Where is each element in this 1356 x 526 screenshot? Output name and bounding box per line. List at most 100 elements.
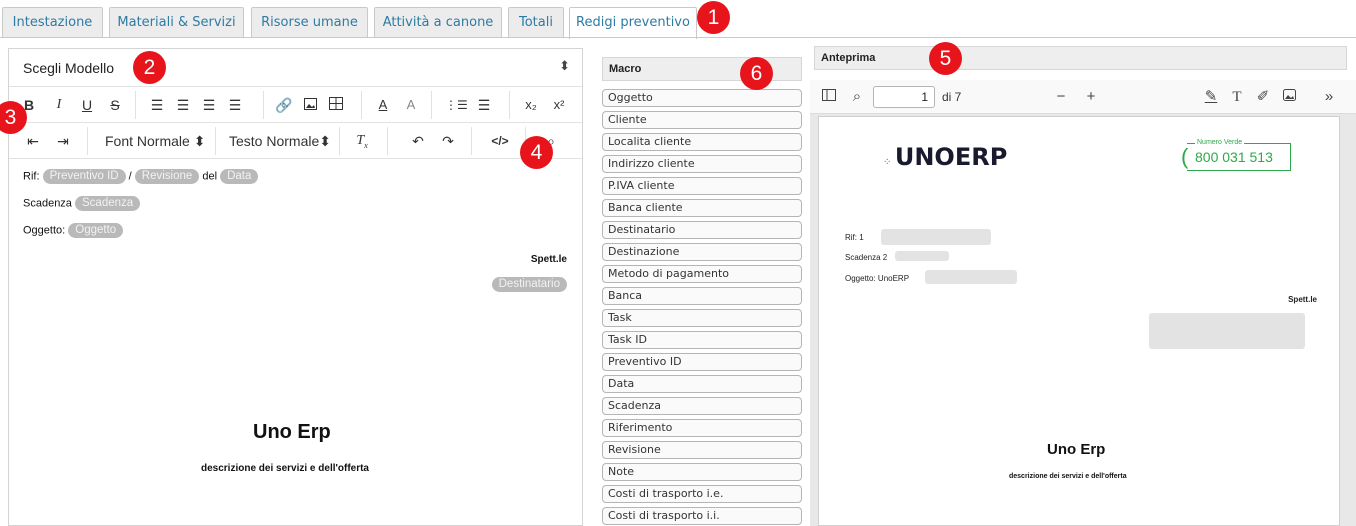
pdf-toolbar: ⌕ 1 di 7 − + ✎ T ✐ » — [810, 80, 1356, 114]
macro-pill-revisione[interactable]: Revisione — [134, 169, 200, 184]
redacted-area — [925, 270, 1017, 284]
align-justify-icon[interactable]: ☰ — [227, 94, 243, 116]
link-icon[interactable]: 🔗 — [275, 94, 293, 116]
macro-pill-data[interactable]: Data — [220, 169, 259, 184]
page-count: di 7 — [942, 90, 962, 104]
pdf-viewer: ⌕ 1 di 7 − + ✎ T ✐ » ⁘ UNOERP ( Numero V… — [810, 80, 1356, 526]
text-tool-icon[interactable]: T — [1228, 87, 1246, 107]
preview-oggetto: Oggetto: UnoERP — [845, 274, 910, 283]
formatting-toolbar-row-2: ⇤ ⇥ Font Normale ⬍ Testo Normale⬍ Tx ↶ ↷… — [9, 123, 582, 159]
redacted-area — [881, 229, 991, 245]
macro-item-preventivo-id[interactable]: Preventivo ID — [602, 353, 802, 371]
subscript-icon[interactable]: x₂ — [521, 94, 541, 116]
macro-pill-preventivo-id[interactable]: Preventivo ID — [42, 169, 126, 184]
macro-item-oggetto[interactable]: Oggetto — [602, 89, 802, 107]
redo-icon[interactable]: ↷ — [439, 130, 457, 152]
phone-icon: ( — [1181, 144, 1189, 169]
macro-item-riferimento[interactable]: Riferimento — [602, 419, 802, 437]
preview-title: Uno Erp — [1047, 441, 1106, 458]
source-code-icon[interactable]: </> — [489, 130, 511, 152]
document-title: Uno Erp — [253, 421, 331, 443]
zoom-in-icon[interactable]: + — [1082, 87, 1100, 107]
macro-item-revisione[interactable]: Revisione — [602, 441, 802, 459]
tab-redigi-preventivo[interactable]: Redigi preventivo — [569, 7, 697, 39]
image-icon[interactable] — [301, 94, 319, 116]
redacted-area — [895, 251, 949, 261]
outdent-icon[interactable]: ⇤ — [25, 130, 41, 152]
table-icon[interactable] — [327, 94, 345, 116]
rif-line: Rif: Preventivo ID / Revisione del Data — [23, 169, 259, 184]
macro-item-task[interactable]: Task — [602, 309, 802, 327]
preview-subtitle: descrizione dei servizi e dell'offerta — [1009, 473, 1127, 480]
align-right-icon[interactable]: ☰ — [201, 94, 217, 116]
tab-intestazione[interactable]: Intestazione — [2, 7, 103, 38]
macro-item-cliente[interactable]: Cliente — [602, 111, 802, 129]
draw-icon[interactable]: ✐ — [1254, 87, 1272, 107]
macro-item-localita-cliente[interactable]: Localita cliente — [602, 133, 802, 151]
tab-totali[interactable]: Totali — [508, 7, 564, 38]
numero-verde-box: ( Numero Verde 800 031 513 — [1181, 139, 1291, 171]
oggetto-line: Oggetto: Oggetto — [23, 223, 124, 238]
background-color-icon[interactable]: A — [403, 94, 419, 116]
toolbar-separator — [509, 91, 510, 119]
align-center-icon[interactable]: ☰ — [175, 94, 191, 116]
toolbar-separator — [135, 91, 136, 119]
macro-item-banca[interactable]: Banca — [602, 287, 802, 305]
underline-icon[interactable]: U — [79, 94, 95, 116]
macro-pill-destinatario[interactable]: Destinatario — [491, 277, 567, 292]
align-left-icon[interactable]: ☰ — [149, 94, 165, 116]
sidebar-toggle-icon[interactable] — [820, 87, 838, 107]
macro-item-scadenza[interactable]: Scadenza — [602, 397, 802, 415]
macro-item-banca-cliente[interactable]: Banca cliente — [602, 199, 802, 217]
image-icon[interactable] — [1280, 87, 1298, 107]
logo-dots-icon: ⁘ — [883, 157, 891, 168]
macro-item-metodo-pagamento[interactable]: Metodo di pagamento — [602, 265, 802, 283]
toolbar-separator — [387, 127, 388, 155]
macro-item-data[interactable]: Data — [602, 375, 802, 393]
redacted-area — [1149, 313, 1305, 349]
macro-item-destinatario[interactable]: Destinatario — [602, 221, 802, 239]
pdf-page: ⁘ UNOERP ( Numero Verde 800 031 513 Rif:… — [818, 116, 1340, 526]
model-select[interactable]: Scegli Modello ⬍ — [9, 49, 582, 87]
macro-pill-scadenza[interactable]: Scadenza — [75, 196, 141, 211]
undo-icon[interactable]: ↶ — [409, 130, 427, 152]
callout-badge-1: 1 — [697, 1, 730, 34]
indent-icon[interactable]: ⇥ — [55, 130, 71, 152]
highlight-icon[interactable]: ✎ — [1202, 87, 1220, 107]
strikethrough-icon[interactable]: S — [107, 94, 123, 116]
macro-item-piva-cliente[interactable]: P.IVA cliente — [602, 177, 802, 195]
superscript-icon[interactable]: x² — [549, 94, 569, 116]
text-style-select[interactable]: Testo Normale⬍ — [229, 130, 331, 152]
macro-item-note[interactable]: Note — [602, 463, 802, 481]
clear-format-icon[interactable]: Tx — [353, 130, 371, 152]
tab-materiali-servizi[interactable]: Materiali & Servizi — [109, 7, 244, 38]
tab-bar: Intestazione Materiali & Servizi Risorse… — [0, 0, 1356, 39]
macro-item-indirizzo-cliente[interactable]: Indirizzo cliente — [602, 155, 802, 173]
macro-item-task-id[interactable]: Task ID — [602, 331, 802, 349]
macro-item-costi-trasporto-ie[interactable]: Costi di trasporto i.e. — [602, 485, 802, 503]
select-arrows-icon: ⬍ — [559, 58, 570, 73]
editor-content[interactable]: Rif: Preventivo ID / Revisione del Data … — [9, 159, 582, 525]
preview-rif: Rif: 1 — [845, 233, 864, 242]
macro-pill-oggetto[interactable]: Oggetto — [68, 223, 124, 238]
toolbar-separator — [431, 91, 432, 119]
tab-bar-divider — [0, 37, 1356, 38]
italic-icon[interactable]: I — [51, 94, 67, 116]
more-tools-icon[interactable]: » — [1320, 87, 1338, 107]
macro-item-destinazione[interactable]: Destinazione — [602, 243, 802, 261]
unoerp-logo: ⁘ UNOERP — [883, 143, 1008, 171]
toolbar-separator — [263, 91, 264, 119]
tab-risorse-umane[interactable]: Risorse umane — [251, 7, 368, 38]
page-number-input[interactable]: 1 — [873, 86, 935, 108]
toolbar-separator — [471, 127, 472, 155]
document-subtitle: descrizione dei servizi e dell'offerta — [201, 463, 369, 474]
font-family-select[interactable]: Font Normale ⬍ — [105, 130, 205, 152]
zoom-out-icon[interactable]: − — [1052, 87, 1070, 107]
ordered-list-icon[interactable]: ⋮☰ — [445, 94, 468, 116]
macro-item-costi-trasporto-ii[interactable]: Costi di trasporto i.i. — [602, 507, 802, 525]
text-color-icon[interactable]: A — [375, 94, 391, 116]
toolbar-separator — [87, 127, 88, 155]
tab-attivita-canone[interactable]: Attività a canone — [374, 7, 502, 38]
bullet-list-icon[interactable]: ☰ — [475, 94, 493, 116]
search-icon[interactable]: ⌕ — [848, 87, 866, 107]
